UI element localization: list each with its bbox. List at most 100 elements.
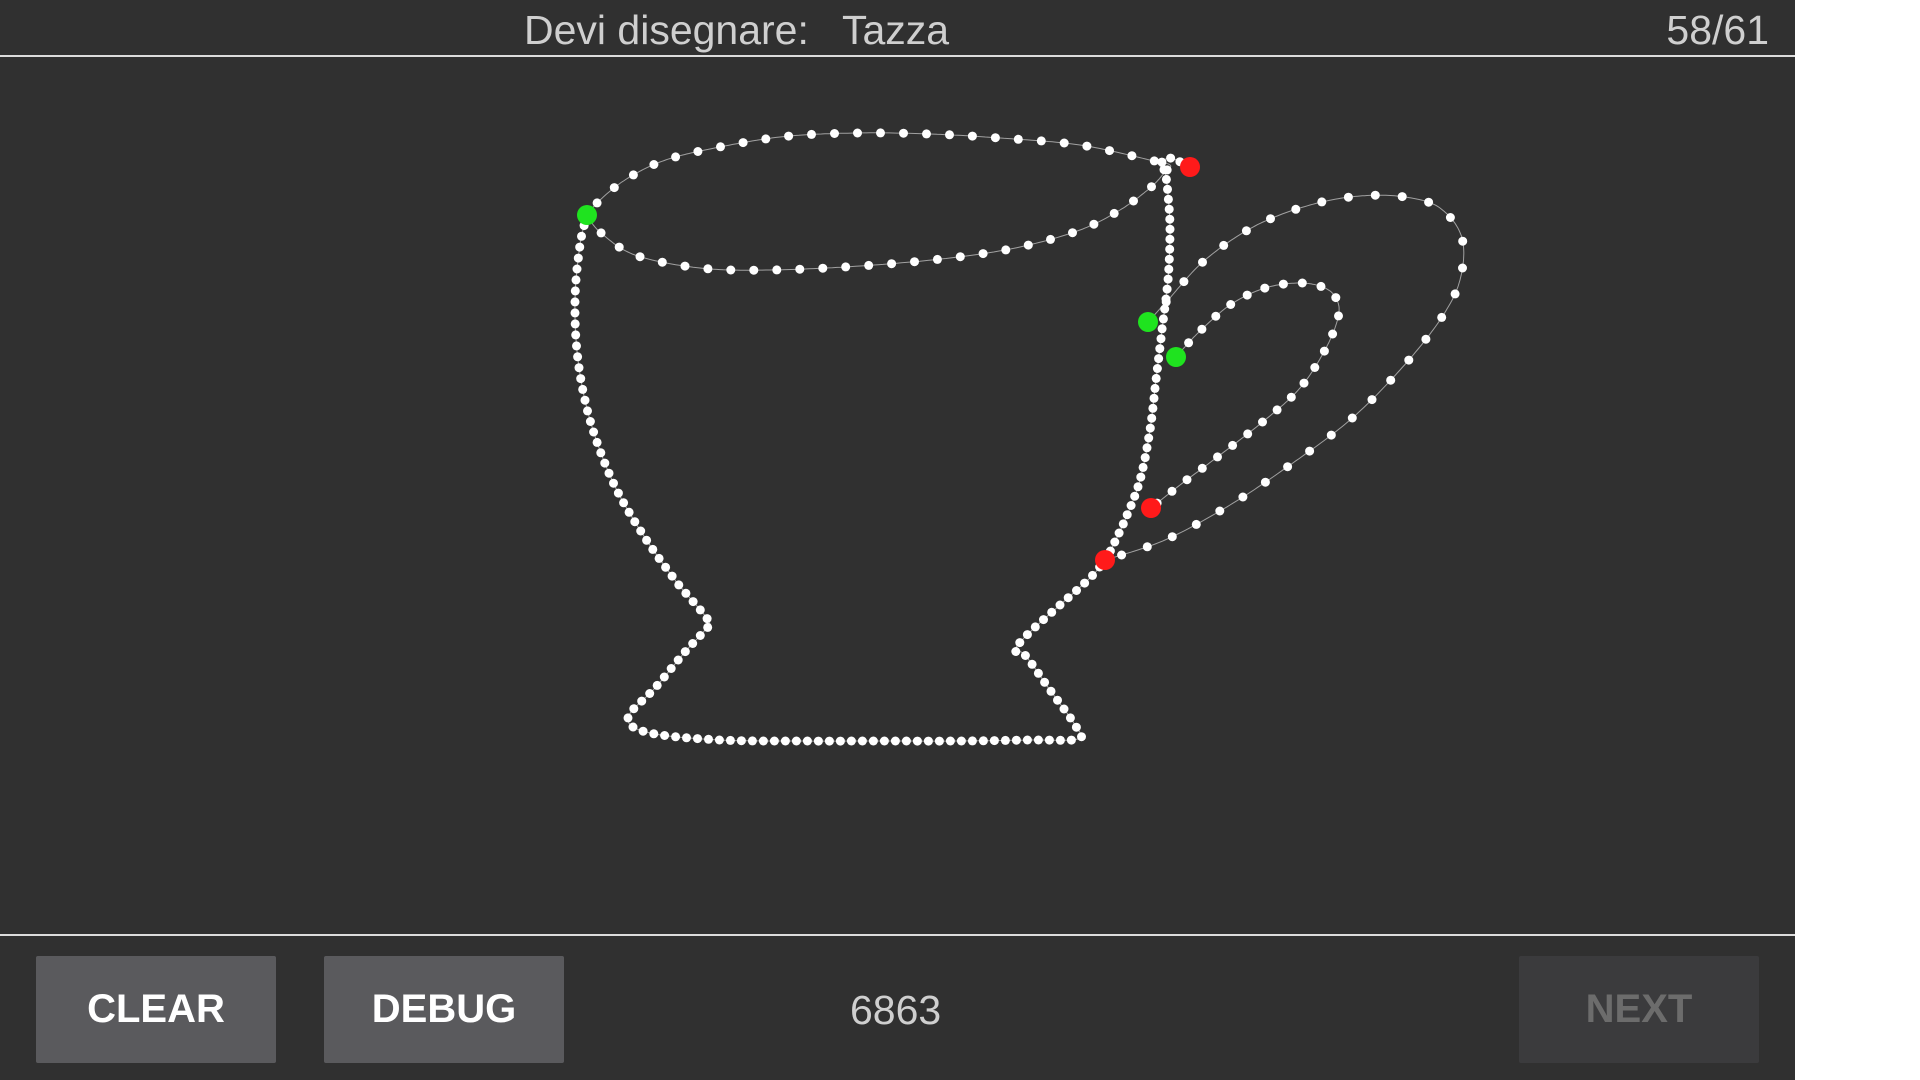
stroke-cup-rim-point (671, 152, 681, 162)
side-margin (1795, 0, 1920, 1080)
stroke-handle-inner-point (1182, 475, 1192, 485)
stroke-cup-side-point (1155, 344, 1165, 354)
stroke-cup-body-point (613, 488, 623, 498)
stroke-handle-outer-point (1450, 289, 1460, 299)
stroke-cup-body-point (1055, 735, 1065, 745)
stroke-cup-body-point (879, 736, 889, 746)
stroke-cup-rim-point (657, 257, 667, 267)
stroke-cup-body-point (835, 736, 845, 746)
stroke-handle-outer-point (1161, 297, 1171, 307)
stroke-handle-inner-point (1211, 311, 1221, 321)
stroke-cup-body-point (589, 427, 599, 437)
stroke-cup-body-point (769, 736, 779, 746)
stroke-cup-body-point (573, 352, 583, 362)
stroke-cup-body-point (637, 696, 647, 706)
stroke-cup-rim-point (795, 264, 805, 274)
next-button[interactable]: NEXT (1519, 956, 1759, 1063)
stroke-cup-rim-point (841, 262, 851, 272)
stroke-cup-side-point (1114, 528, 1124, 538)
stroke-cup-rim-point (693, 147, 703, 156)
stroke-handle-outer-point (1386, 375, 1396, 385)
stroke-cup-rim-point (738, 138, 748, 148)
stroke-handle-inner-line (1150, 282, 1340, 509)
stroke-cup-rim-point (830, 129, 839, 138)
stroke-cup-side-point (1157, 157, 1167, 167)
stroke-cup-side-point (1166, 153, 1176, 163)
stroke-cup-body-point (619, 498, 629, 508)
stroke-cup-side-point (1164, 204, 1174, 214)
stroke-cup-side-point (1157, 324, 1167, 334)
stroke-handle-outer-point (1179, 277, 1189, 287)
stroke-cup-rim-point (761, 134, 771, 144)
stroke-handle-inner-point (1167, 486, 1177, 496)
stroke-cup-body-point (1077, 732, 1086, 742)
stroke-cup-rim-point (1046, 234, 1055, 244)
stroke-cup-rim-point (1105, 146, 1114, 156)
stroke-cup-body-point (1020, 651, 1030, 660)
stroke-handle-outer-point (1117, 550, 1127, 560)
stroke-cup-body-point (695, 605, 705, 615)
stroke-cup-body-point (630, 517, 640, 527)
stroke-cup-rim-point (807, 129, 816, 139)
clear-button[interactable]: CLEAR (36, 956, 276, 1063)
stroke-cup-rim-point (978, 249, 988, 259)
stroke-handle-outer-point (1421, 334, 1431, 344)
stroke-cup-rim-point (945, 130, 954, 140)
stroke-cup-body-point (1080, 578, 1090, 588)
stroke-cup-body-point (693, 734, 702, 744)
stroke-cup-body-point (674, 580, 684, 590)
stroke-cup-body-point (673, 655, 683, 665)
stroke-cup-body-point (901, 736, 911, 746)
stroke-cup-body-point (695, 631, 705, 640)
drawing-canvas[interactable] (0, 57, 1795, 934)
prompt-label: Devi disegnare: (524, 7, 809, 53)
stroke-cup-body-point (1047, 607, 1057, 617)
stroke-cup-body-point (846, 736, 856, 746)
stroke-cup-body-point (654, 553, 664, 563)
stroke-cup-body-point (1065, 713, 1075, 723)
stroke-handle-inner-point (1297, 278, 1307, 288)
stroke-cup-body-point (642, 535, 652, 545)
stroke-cup-body-point (596, 448, 606, 458)
stroke-cup-side-point (1163, 184, 1172, 194)
stroke-cup-body-point (680, 647, 690, 657)
stroke-handle-inner-point (1278, 279, 1288, 289)
stroke-handle-inner-point (1226, 300, 1236, 309)
stroke-handle-inner-point (1319, 346, 1329, 356)
stroke-cup-body-point (1011, 647, 1021, 656)
stroke-handle-inner-start-marker (1166, 347, 1186, 367)
stroke-handle-inner-point (1197, 324, 1207, 334)
stroke-cup-side-point (1158, 314, 1168, 324)
stroke-cup-rim-point (726, 265, 736, 275)
stroke-cup-body-point (628, 722, 638, 732)
stroke-cup-rim-point (1109, 208, 1119, 218)
stroke-cup-body-point (868, 736, 878, 746)
stroke-cup-side-point (1164, 264, 1174, 274)
stroke-cup-rim-point (853, 128, 862, 138)
footer-bar: CLEAR DEBUG 6863 NEXT (0, 934, 1795, 1080)
stroke-cup-body-point (1033, 735, 1043, 745)
stroke-cup-rim-point (1147, 182, 1156, 192)
header-bar: Devi disegnare: Tazza 58/61 (0, 0, 1795, 57)
stroke-cup-body-point (1033, 668, 1043, 678)
stroke-cup-rim-point (864, 260, 874, 270)
stroke-cup-side-point (1165, 214, 1175, 224)
stroke-cup-body-point (1015, 638, 1025, 648)
stroke-cup-body-point (813, 736, 823, 746)
stroke-handle-outer-point (1198, 257, 1207, 267)
stroke-handle-outer-point (1424, 197, 1434, 207)
stroke-cup-body-point (572, 341, 581, 351)
stroke-handle-inner-point (1242, 290, 1252, 300)
stroke-cup-body-point (604, 468, 614, 478)
stroke-cup-side-point (1138, 462, 1148, 472)
stroke-cup-body-point (585, 417, 595, 426)
stroke-handle-outer-point (1458, 236, 1468, 246)
stroke-handle-outer-point (1191, 519, 1201, 529)
stroke-cup-rim-point (784, 131, 794, 141)
stroke-cup-body-point (629, 704, 639, 714)
stroke-handle-outer-point (1326, 430, 1336, 440)
stroke-cup-side-point (1136, 472, 1146, 482)
stroke-cup-rim-point (592, 198, 602, 208)
debug-button[interactable]: DEBUG (324, 956, 564, 1063)
stroke-cup-body-point (725, 735, 735, 745)
